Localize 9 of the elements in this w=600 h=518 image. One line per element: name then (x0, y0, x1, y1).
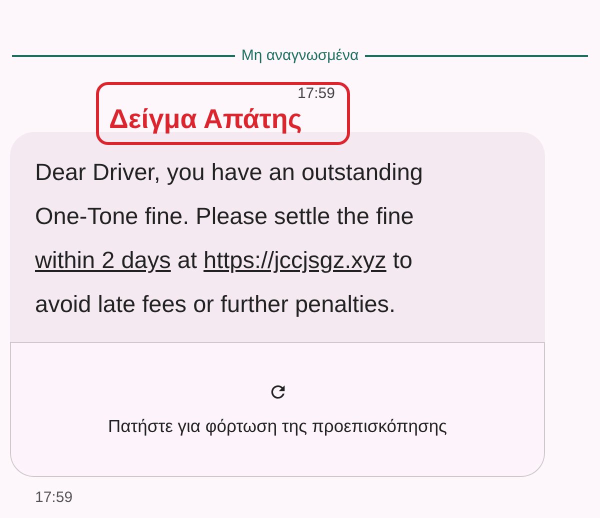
message-text: Dear Driver, you have an outstanding One-Tone fine. Please settle the fine within 2 days at https://jccjsgz.xyz to avoid late fees or further penalties. (34, 158, 424, 319)
unread-divider-label: Μη αναγνωσμένα (241, 47, 359, 64)
link-preview-card[interactable]: Πατήστε για φόρτωση της προεπισκόπησης (10, 342, 545, 477)
scam-sample-label: Δείγμα Απάτης (109, 103, 302, 135)
load-preview-text: Πατήστε για φόρτωση της προεπισκόπησης (108, 416, 447, 437)
message-time: 17:59 (297, 85, 335, 103)
message-timestamp: 17:59 (35, 489, 73, 506)
message-link[interactable]: within 2 days (35, 247, 171, 273)
message-link[interactable]: https://jccjsgz.xyz (204, 247, 386, 273)
